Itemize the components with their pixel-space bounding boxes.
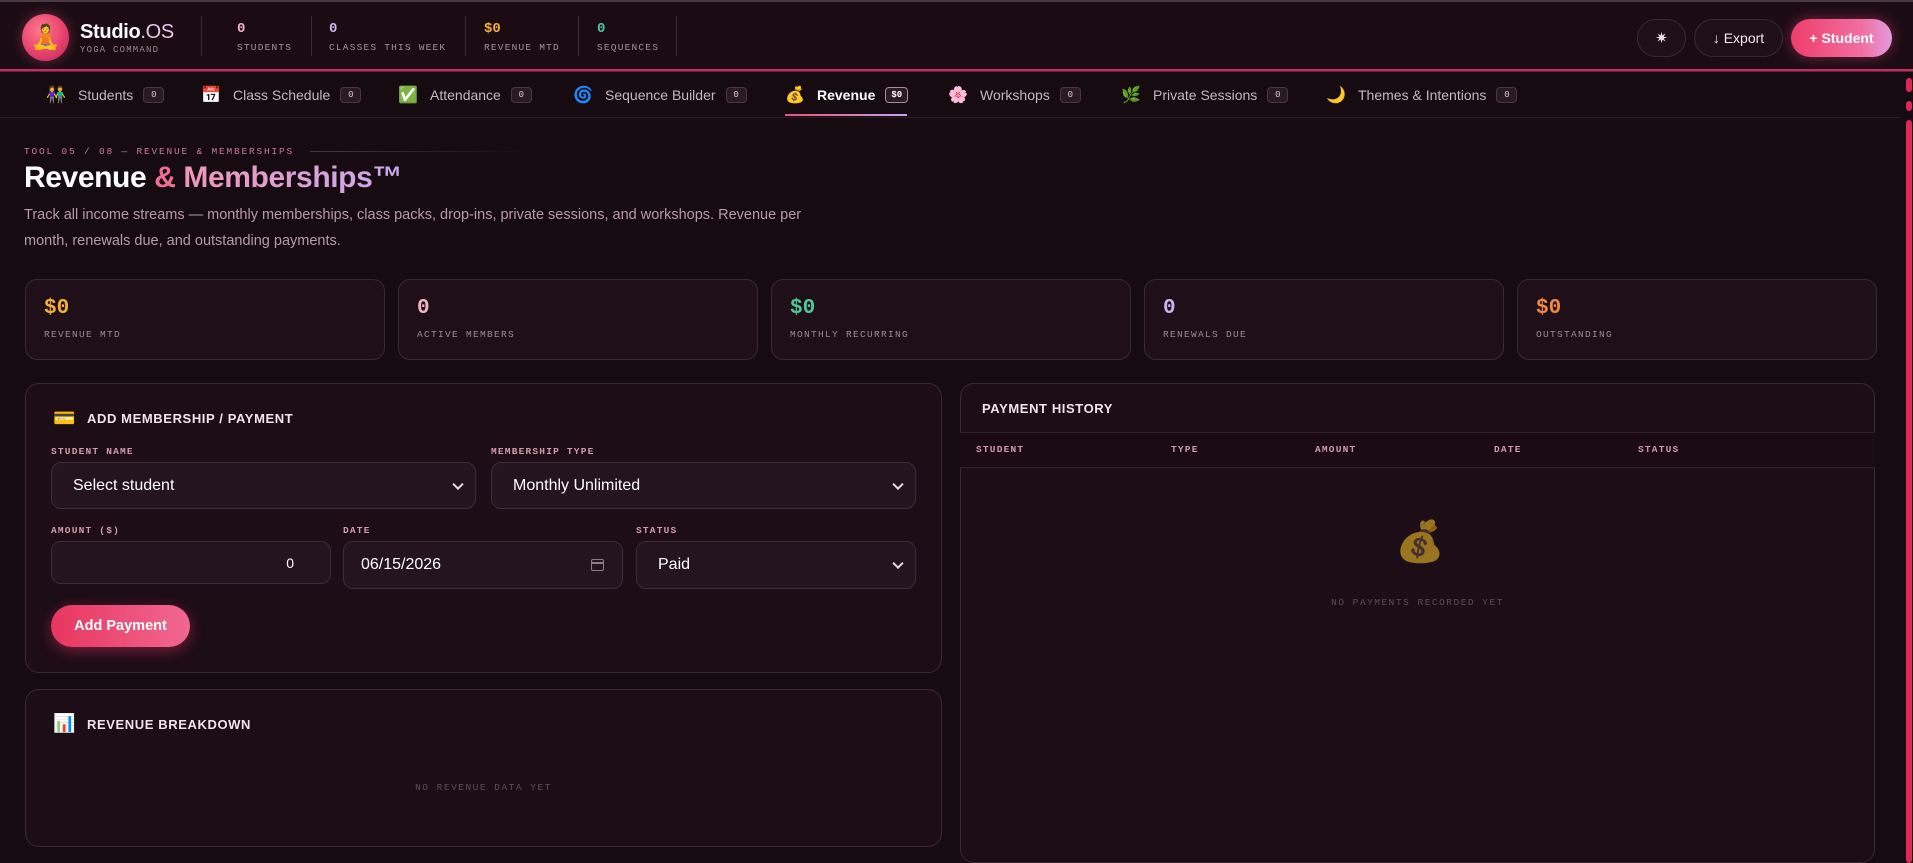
page-scrollbar-thumb[interactable] bbox=[1906, 120, 1912, 863]
metric-value: 0 bbox=[1163, 297, 1176, 320]
column-header-date[interactable]: DATE bbox=[1494, 444, 1522, 455]
chevron-down-icon bbox=[452, 478, 464, 490]
brand-subtitle: YOGA COMMAND bbox=[80, 44, 160, 55]
bar-chart-icon: 📊 bbox=[53, 713, 76, 733]
brand-name: Studio.OS bbox=[80, 20, 174, 43]
amount-label: AMOUNT ($) bbox=[51, 525, 121, 536]
tab-badge: 0 bbox=[1496, 86, 1518, 103]
tab-themes-intentions[interactable]: 🌙 Themes & Intentions 0 bbox=[1326, 71, 1518, 118]
tabs-scroll-marker[interactable] bbox=[1906, 101, 1912, 111]
flower-icon: 🌸 bbox=[948, 86, 968, 104]
column-header-amount[interactable]: AMOUNT bbox=[1315, 444, 1356, 455]
tab-badge: 0 bbox=[1267, 86, 1289, 103]
metric-card-revenue-mtd: $0 REVENUE MTD bbox=[25, 279, 385, 360]
metric-card-monthly-recurring: $0 MONTHLY RECURRING bbox=[771, 279, 1131, 360]
revenue-breakdown-title: REVENUE BREAKDOWN bbox=[87, 717, 252, 732]
tool-tabs: 👫 Students 0 📅 Class Schedule 0 ✅ Attend… bbox=[0, 71, 1900, 118]
header-stat-sequences: 0 SEQUENCES bbox=[597, 21, 660, 53]
tab-badge: 0 bbox=[510, 86, 532, 103]
credit-card-icon: 💳 bbox=[53, 408, 76, 428]
tab-sequence-builder[interactable]: 🌀 Sequence Builder 0 bbox=[573, 71, 747, 118]
tab-students[interactable]: 👫 Students 0 bbox=[46, 71, 165, 118]
date-input[interactable]: 06/15/2026 bbox=[343, 541, 623, 589]
metric-value: 0 bbox=[417, 297, 430, 320]
tab-badge: 0 bbox=[143, 86, 165, 103]
header-divider bbox=[201, 16, 202, 56]
metric-card-renewals-due: 0 RENEWALS DUE bbox=[1144, 279, 1504, 360]
membership-type-select[interactable]: Monthly Unlimited bbox=[491, 462, 916, 509]
tool-eyebrow: TOOL 05 / 08 — REVENUE & MEMBERSHIPS bbox=[24, 146, 295, 157]
chevron-down-icon bbox=[892, 478, 904, 490]
calendar-icon[interactable] bbox=[591, 559, 604, 571]
payment-history-header-row bbox=[960, 432, 1875, 468]
checkmark-icon: ✅ bbox=[398, 86, 418, 104]
tab-workshops[interactable]: 🌸 Workshops 0 bbox=[948, 71, 1081, 118]
export-button[interactable]: ↓ Export bbox=[1694, 19, 1783, 57]
moon-icon: 🌙 bbox=[1326, 86, 1346, 104]
metric-value: $0 bbox=[790, 297, 816, 320]
student-name-label: STUDENT NAME bbox=[51, 446, 134, 457]
status-label: STATUS bbox=[636, 525, 678, 536]
chevron-down-icon bbox=[892, 557, 904, 570]
money-bag-icon: 💰 bbox=[785, 86, 805, 104]
meditating-person-icon: 🧘 bbox=[22, 14, 69, 61]
tab-badge: 0 bbox=[340, 86, 362, 103]
top-header: 🧘 Studio.OS YOGA COMMAND 0 STUDENTS 0 CL… bbox=[0, 0, 1913, 71]
metric-label: ACTIVE MEMBERS bbox=[417, 329, 516, 340]
student-select[interactable]: Select student bbox=[51, 462, 476, 509]
add-payment-title: ADD MEMBERSHIP / PAYMENT bbox=[87, 411, 294, 426]
herb-icon: 🌿 bbox=[1121, 86, 1141, 104]
sun-icon: ✷ bbox=[1655, 30, 1668, 47]
metric-label: OUTSTANDING bbox=[1536, 329, 1614, 340]
calendar-icon: 📅 bbox=[201, 86, 221, 104]
metric-value: $0 bbox=[1536, 297, 1562, 320]
header-stat-students: 0 STUDENTS bbox=[237, 21, 293, 53]
membership-type-label: MEMBERSHIP TYPE bbox=[491, 446, 595, 457]
date-label: DATE bbox=[343, 525, 371, 536]
tab-class-schedule[interactable]: 📅 Class Schedule 0 bbox=[201, 71, 362, 118]
metric-label: REVENUE MTD bbox=[44, 329, 122, 340]
status-select[interactable]: Paid bbox=[636, 541, 916, 589]
header-divider bbox=[578, 16, 579, 56]
eyebrow-divider bbox=[310, 151, 530, 152]
tab-private-sessions[interactable]: 🌿 Private Sessions 0 bbox=[1121, 71, 1289, 118]
metric-label: MONTHLY RECURRING bbox=[790, 329, 910, 340]
amount-input[interactable]: 0 bbox=[51, 541, 331, 584]
tab-badge: 0 bbox=[1059, 86, 1081, 103]
column-header-status[interactable]: STATUS bbox=[1638, 444, 1679, 455]
header-divider bbox=[465, 16, 466, 56]
metric-value: $0 bbox=[44, 297, 70, 320]
column-header-type[interactable]: TYPE bbox=[1171, 444, 1199, 455]
tab-revenue[interactable]: 💰 Revenue $0 bbox=[785, 71, 909, 118]
header-divider bbox=[311, 16, 312, 56]
active-tab-indicator bbox=[785, 114, 907, 116]
header-stat-revenue: $0 REVENUE MTD bbox=[484, 21, 560, 53]
column-header-student[interactable]: STUDENT bbox=[976, 444, 1024, 455]
header-stat-classes: 0 CLASSES THIS WEEK bbox=[329, 21, 447, 53]
tab-attendance[interactable]: ✅ Attendance 0 bbox=[398, 71, 532, 118]
page-title: Revenue & Memberships™ bbox=[24, 161, 402, 194]
brand[interactable]: 🧘 Studio.OS YOGA COMMAND bbox=[22, 14, 174, 61]
people-icon: 👫 bbox=[46, 86, 66, 104]
theme-toggle-button[interactable]: ✷ bbox=[1637, 19, 1686, 57]
tabs-scroll-marker[interactable] bbox=[1906, 78, 1912, 92]
page-description: Track all income streams — monthly membe… bbox=[24, 207, 802, 249]
add-payment-button[interactable]: Add Payment bbox=[51, 605, 190, 647]
revenue-breakdown-panel bbox=[25, 689, 942, 847]
metric-label: RENEWALS DUE bbox=[1163, 329, 1248, 340]
tab-badge: 0 bbox=[725, 86, 747, 103]
money-bag-icon: 💰 bbox=[1395, 520, 1445, 564]
metric-card-active-members: 0 ACTIVE MEMBERS bbox=[398, 279, 758, 360]
header-divider bbox=[676, 16, 677, 56]
payment-history-empty-state: NO PAYMENTS RECORDED YET bbox=[1331, 597, 1504, 608]
payment-history-title: PAYMENT HISTORY bbox=[982, 401, 1114, 416]
revenue-empty-state: NO REVENUE DATA YET bbox=[415, 782, 552, 793]
metric-card-outstanding: $0 OUTSTANDING bbox=[1517, 279, 1877, 360]
spiral-icon: 🌀 bbox=[573, 86, 593, 104]
tab-badge: $0 bbox=[885, 86, 909, 103]
add-student-button[interactable]: + Student bbox=[1791, 19, 1892, 57]
